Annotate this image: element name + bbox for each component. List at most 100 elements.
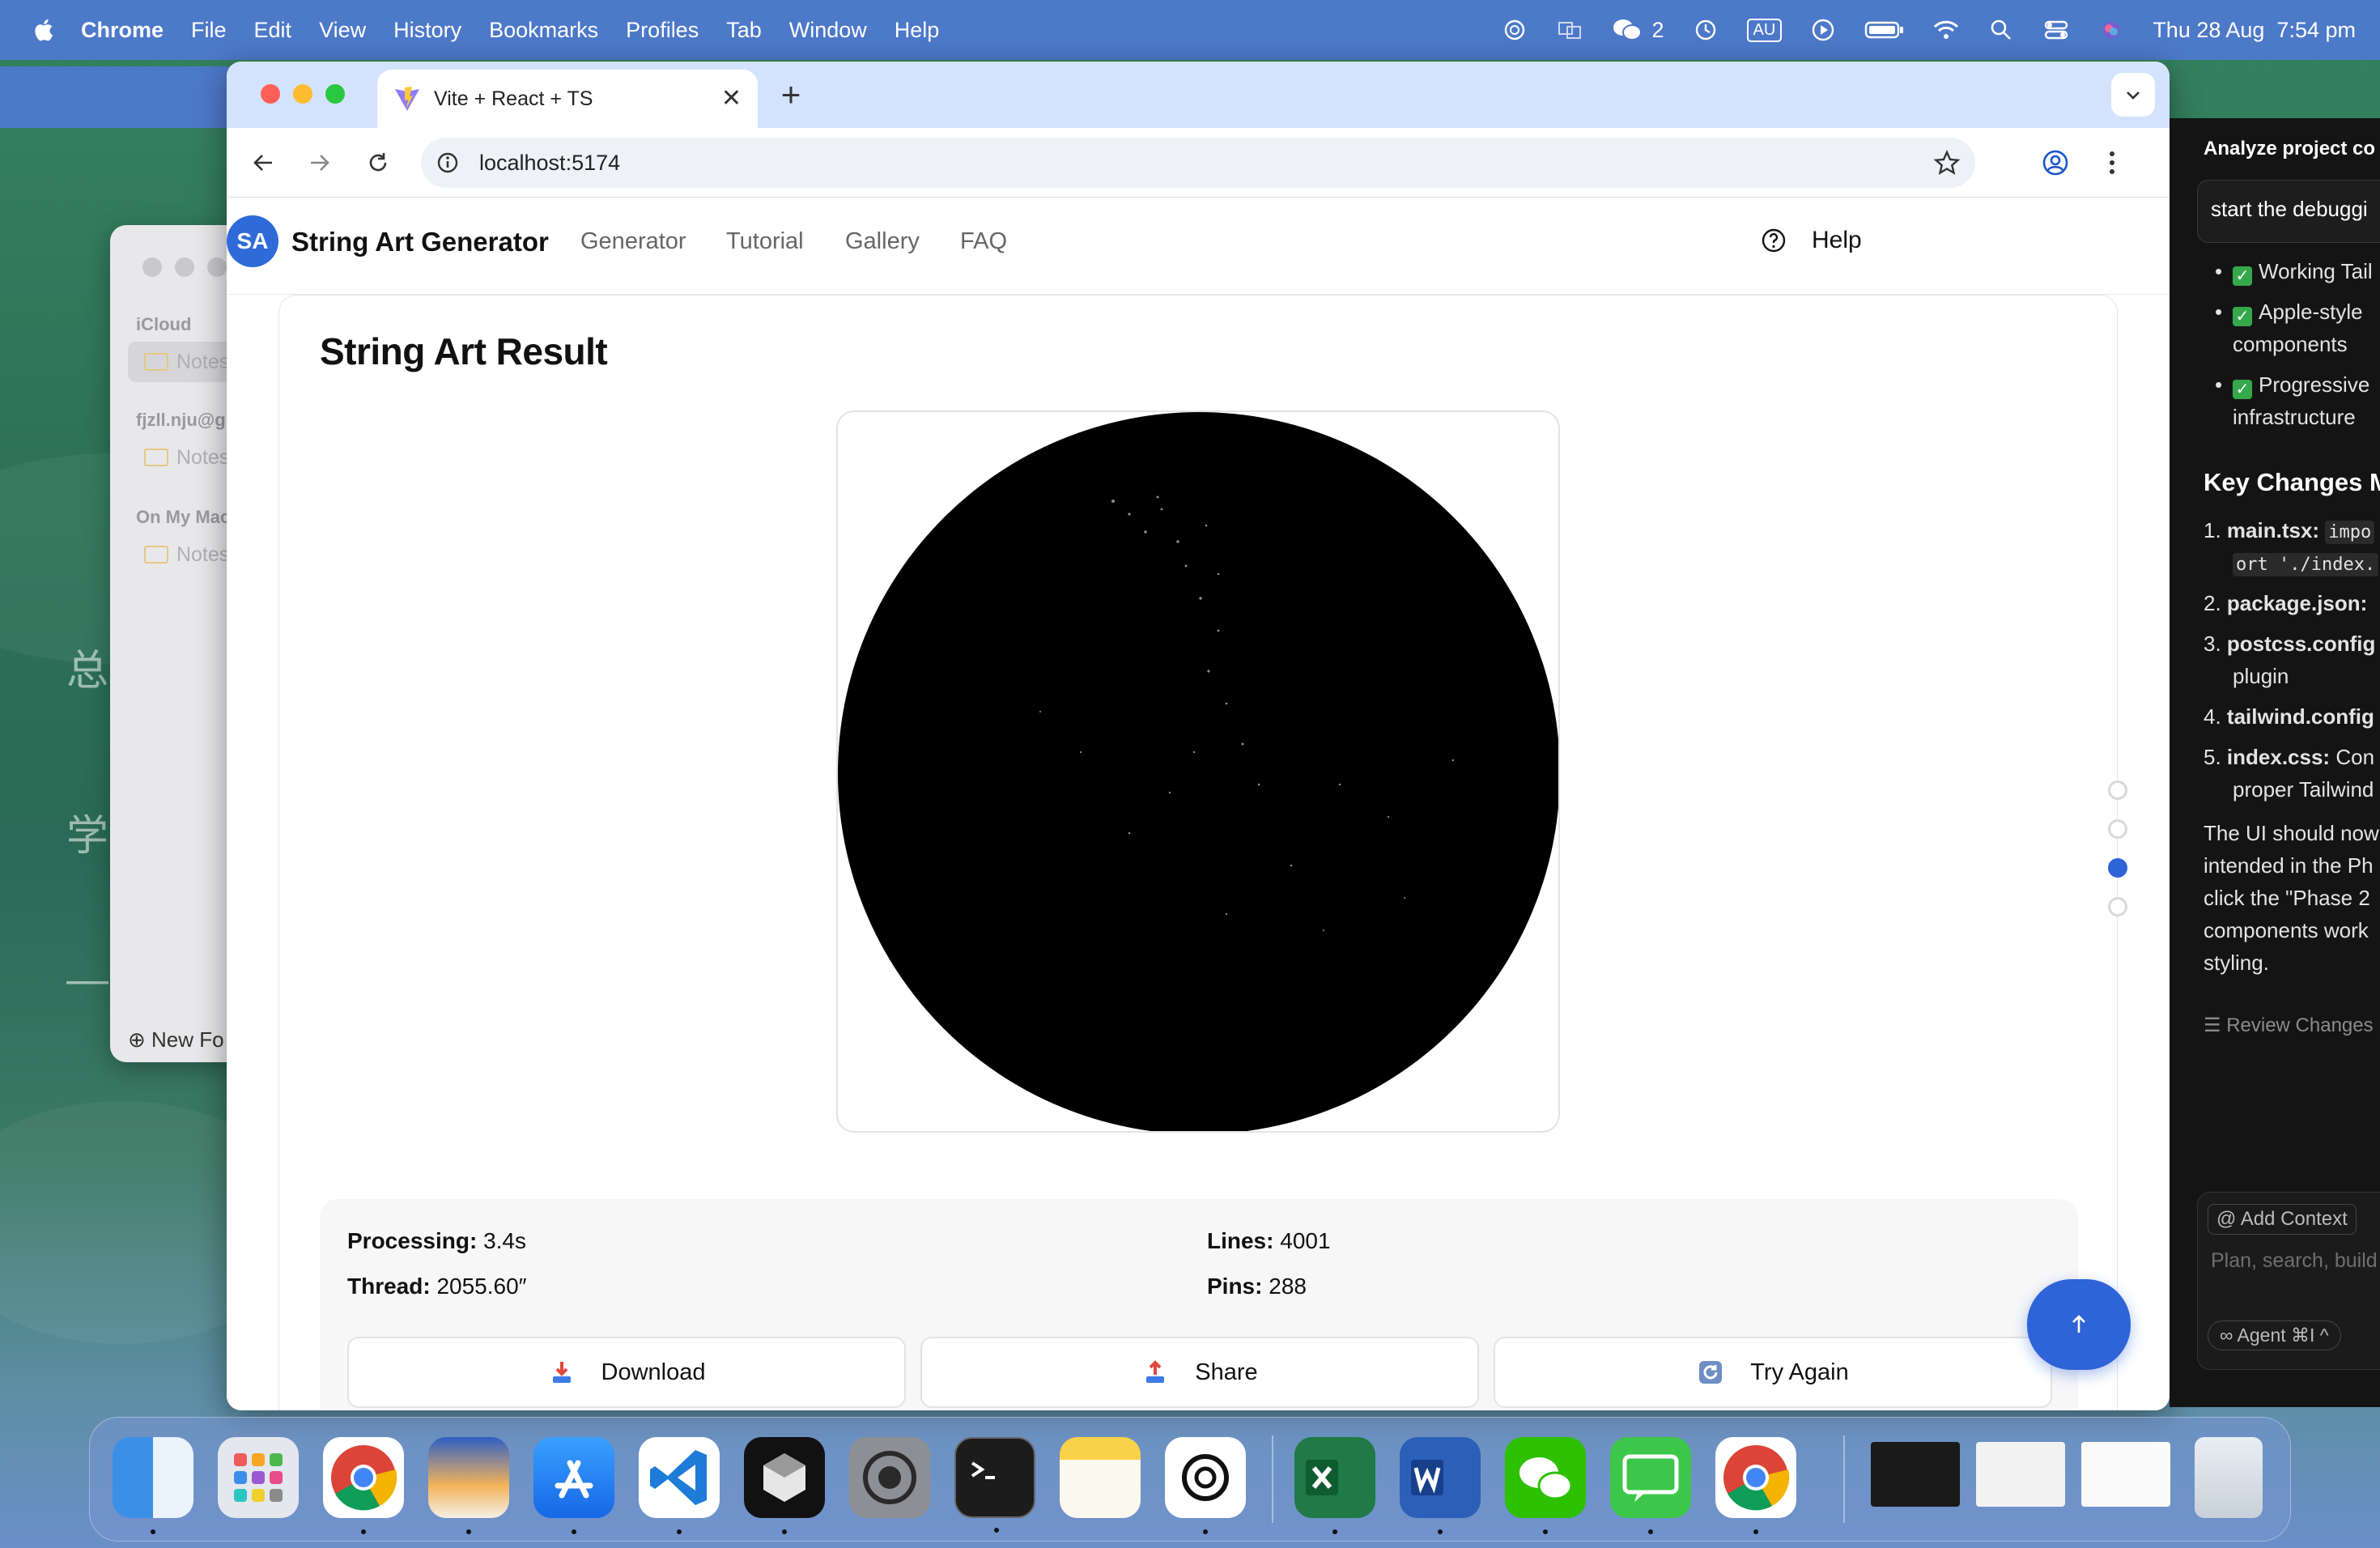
nav-link-gallery[interactable]: Gallery (845, 228, 920, 255)
close-tab-icon[interactable]: ✕ (721, 84, 742, 113)
stat-thread: Thread: 2055.60″ (347, 1274, 527, 1299)
dock-cursor-icon[interactable] (744, 1437, 825, 1534)
reload-button[interactable] (358, 142, 398, 183)
menu-help[interactable]: Help (895, 18, 940, 43)
agent-change-cont: plugin (2233, 664, 2289, 688)
close-window-button[interactable] (261, 84, 280, 104)
nav-link-generator[interactable]: Generator (580, 228, 686, 255)
stat-thread-value: 2055.60″ (436, 1274, 527, 1299)
menu-file[interactable]: File (191, 18, 227, 43)
dock-minimized-window[interactable] (1871, 1442, 1960, 1507)
dock-chrome-icon[interactable] (323, 1437, 404, 1534)
wechat-status-icon[interactable]: 2 (1611, 16, 1664, 44)
browser-tab[interactable]: Vite + React + TS ✕ (377, 70, 758, 128)
dock-app-store-icon[interactable] (533, 1437, 614, 1534)
try-again-label: Try Again (1750, 1359, 1849, 1385)
menu-tab[interactable]: Tab (726, 18, 762, 43)
address-bar[interactable]: localhost:5174 (421, 138, 1975, 188)
dock-system-settings-icon[interactable] (849, 1437, 930, 1518)
notes-window-controls[interactable] (142, 257, 227, 277)
now-playing-icon[interactable] (1809, 16, 1837, 44)
back-button[interactable] (243, 142, 283, 183)
siri-icon[interactable] (2097, 16, 2125, 44)
agent-change-cont: ort './index. (2233, 551, 2379, 576)
dock-messages-icon[interactable] (1610, 1437, 1691, 1534)
app-logo[interactable]: SA (227, 215, 278, 267)
pager-dot[interactable] (2108, 819, 2127, 839)
agent-checklist-cont: components (2233, 332, 2348, 356)
dock-word-icon[interactable] (1400, 1437, 1481, 1534)
result-title: String Art Result (320, 330, 608, 372)
zoom-window-button[interactable] (325, 84, 345, 104)
download-button[interactable]: Download (347, 1337, 906, 1408)
stat-lines-value: 4001 (1280, 1228, 1331, 1253)
chatgpt-icon[interactable] (1501, 16, 1528, 44)
wifi-icon[interactable] (1932, 16, 1960, 44)
agent-user-message[interactable]: start the debuggi (2197, 180, 2380, 243)
help-circle-icon (1762, 228, 1786, 253)
translate-icon[interactable] (1556, 16, 1583, 44)
stat-pins-value: 288 (1269, 1274, 1307, 1299)
menubar-clock[interactable]: Thu 28 Aug 7:54 pm (2153, 18, 2356, 43)
new-tab-button[interactable]: + (771, 74, 811, 115)
try-again-button[interactable]: Try Again (1494, 1337, 2052, 1408)
agent-paragraph-line: The UI should now (2204, 821, 2379, 845)
minimize-window-button[interactable] (293, 84, 312, 104)
app-brand[interactable]: String Art Generator (291, 227, 549, 257)
spotlight-search-icon[interactable] (1987, 16, 2015, 44)
new-folder-button[interactable]: ⊕ New Fo (128, 1027, 224, 1053)
dock-minimized-window[interactable] (2081, 1442, 2170, 1507)
agent-prompt-input[interactable]: Plan, search, build (2211, 1249, 2378, 1273)
menu-edit[interactable]: Edit (254, 18, 292, 43)
dock-terminal-icon[interactable] (954, 1437, 1035, 1533)
dock-launchpad-icon[interactable] (218, 1437, 299, 1518)
menu-profiles[interactable]: Profiles (626, 18, 699, 43)
scroll-to-top-button[interactable] (2027, 1279, 2131, 1370)
time-machine-icon[interactable] (1692, 16, 1719, 44)
profile-button[interactable] (2035, 142, 2076, 183)
dock-chrome-secondary-icon[interactable] (1715, 1437, 1796, 1534)
control-center-icon[interactable] (2042, 16, 2070, 44)
site-info-icon[interactable] (434, 149, 461, 176)
dock-trash-icon[interactable] (2195, 1437, 2263, 1518)
input-source-indicator[interactable]: AU (1746, 18, 1783, 42)
share-button[interactable]: Share (920, 1337, 1479, 1408)
download-label: Download (601, 1359, 706, 1385)
bookmark-star-icon[interactable] (1933, 149, 1961, 176)
pager-dot-active[interactable] (2108, 858, 2127, 878)
dock-separator (1272, 1435, 1273, 1523)
string-art-image (838, 412, 1558, 1131)
menu-bookmarks[interactable]: Bookmarks (489, 18, 598, 43)
agent-checklist-item: ✓Progressive (2215, 372, 2369, 399)
dock-chatgpt-icon[interactable] (1165, 1437, 1246, 1534)
menu-window[interactable]: Window (789, 18, 867, 43)
dock-minimized-window[interactable] (1976, 1442, 2065, 1507)
dock-arc-icon[interactable] (428, 1437, 509, 1534)
help-button[interactable]: Help (1760, 227, 1862, 254)
result-card: String Art Result Processing: 3.4s Threa… (278, 295, 2118, 1410)
dock-wechat-icon[interactable] (1505, 1437, 1586, 1534)
dock-vscode-icon[interactable] (639, 1437, 720, 1534)
pager-dot[interactable] (2108, 897, 2127, 916)
add-context-button[interactable]: @ Add Context (2208, 1204, 2357, 1235)
section-pager (2095, 780, 2144, 942)
forward-button[interactable] (300, 142, 340, 183)
nav-link-faq[interactable]: FAQ (960, 228, 1007, 255)
apple-icon[interactable] (32, 18, 53, 42)
agent-mode-selector[interactable]: ∞ Agent ⌘I ^ (2208, 1320, 2341, 1350)
menu-app-name[interactable]: Chrome (81, 18, 164, 43)
dock-notes-icon[interactable] (1060, 1437, 1141, 1518)
chrome-menu-button[interactable] (2092, 142, 2132, 183)
review-changes-label: Review Changes (2226, 1014, 2374, 1036)
pager-dot[interactable] (2108, 780, 2127, 800)
menu-history[interactable]: History (393, 18, 461, 43)
nav-link-tutorial[interactable]: Tutorial (726, 228, 804, 255)
stat-pins: Pins: 288 (1207, 1274, 1307, 1299)
menu-view[interactable]: View (319, 18, 366, 43)
tab-search-button[interactable] (2111, 73, 2155, 117)
dock-excel-icon[interactable] (1294, 1437, 1375, 1534)
review-changes-button[interactable]: ☰ Review Changes (2204, 1014, 2374, 1037)
dock-finder-icon[interactable] (113, 1437, 193, 1534)
stat-processing-label: Processing: (347, 1228, 478, 1253)
battery-icon[interactable] (1864, 16, 1905, 44)
